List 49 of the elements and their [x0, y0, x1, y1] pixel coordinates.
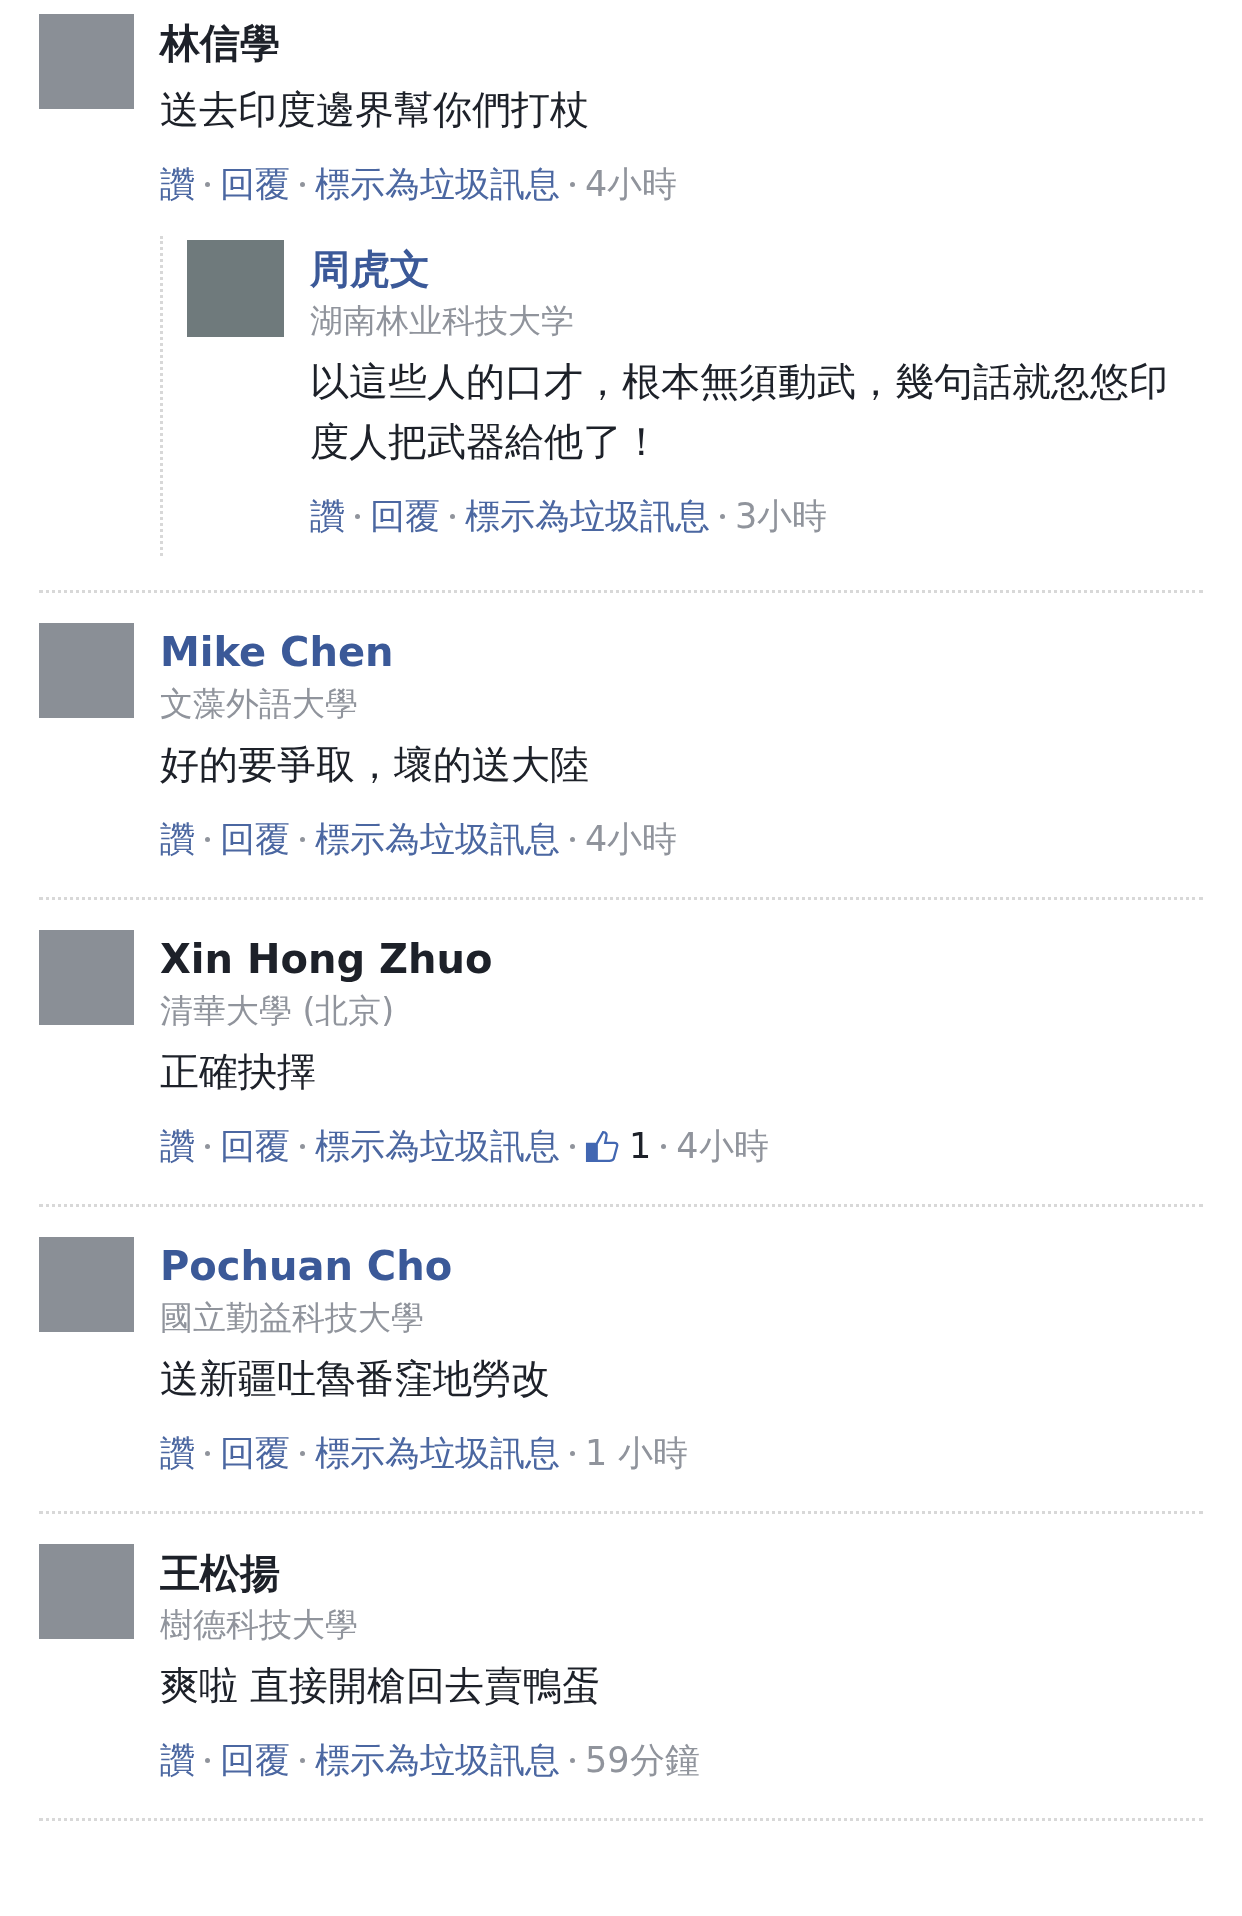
commenter-name[interactable]: Mike Chen	[160, 623, 394, 681]
commenter-name[interactable]: Pochuan Cho	[160, 1237, 453, 1295]
comment-action-link[interactable]: 讚	[160, 160, 195, 208]
comment-time: 4小時	[585, 162, 678, 206]
comment-text: 以這些人的口才，根本無須動武，幾句話就忽悠印度人把武器給他了！	[310, 358, 1169, 466]
comment-action-link[interactable]: 回覆	[220, 815, 290, 863]
like-count: 1	[629, 1126, 652, 1166]
comment-time: 59分鐘	[585, 1738, 700, 1782]
avatar-photo-placeholder[interactable]	[39, 623, 134, 718]
comment-text: 爽啦 直接開槍回去賣鴨蛋	[160, 1662, 602, 1710]
comment-text: 送去印度邊界幫你們打杖	[160, 86, 589, 134]
comment-action-link[interactable]: 標示為垃圾訊息	[315, 1736, 560, 1784]
comment-text: 送新疆吐魯番窪地勞改	[160, 1355, 550, 1403]
comment-time: 3小時	[735, 494, 828, 538]
comment-action-link[interactable]: 標示為垃圾訊息	[315, 160, 560, 208]
commenter-school: 湖南林业科技大学	[310, 300, 574, 342]
comment-action-link[interactable]: 讚	[160, 815, 195, 863]
comment-action-link[interactable]: 回覆	[220, 1429, 290, 1477]
comment-action-link[interactable]: 讚	[310, 492, 345, 540]
commenter-name[interactable]: 周虎文	[310, 240, 430, 298]
commenter-school: 樹德科技大學	[160, 1604, 358, 1646]
comment-action-link[interactable]: 讚	[160, 1736, 195, 1784]
comment-action-link[interactable]: 讚	[160, 1429, 195, 1477]
comment-action-link[interactable]: 標示為垃圾訊息	[465, 492, 710, 540]
comment-action-link[interactable]: 回覆	[220, 1122, 290, 1170]
avatar-photo-placeholder[interactable]	[39, 14, 134, 109]
comment-action-link[interactable]: 回覆	[370, 492, 440, 540]
avatar-photo-placeholder[interactable]	[187, 240, 284, 337]
commenter-school: 清華大學 (北京)	[160, 990, 395, 1032]
comment-time: 4小時	[676, 1124, 769, 1168]
comment-action-link[interactable]: 標示為垃圾訊息	[315, 1429, 560, 1477]
avatar-photo-placeholder[interactable]	[39, 1237, 134, 1332]
commenter-school: 國立勤益科技大學	[160, 1297, 424, 1339]
comment-action-link[interactable]: 標示為垃圾訊息	[315, 815, 560, 863]
avatar-photo-placeholder[interactable]	[39, 930, 134, 1025]
comment-action-link[interactable]: 回覆	[220, 160, 290, 208]
thumbs-up-icon[interactable]	[585, 1129, 619, 1163]
commenter-name[interactable]: 王松揚	[160, 1544, 280, 1602]
comment-text: 正確抉擇	[160, 1048, 316, 1096]
comment-action-link[interactable]: 讚	[160, 1122, 195, 1170]
comment-action-link[interactable]: 回覆	[220, 1736, 290, 1784]
comment-action-link[interactable]: 標示為垃圾訊息	[315, 1122, 560, 1170]
commenter-school: 文藻外語大學	[160, 683, 358, 725]
commenter-name[interactable]: Xin Hong Zhuo	[160, 930, 493, 988]
comment-time: 1 小時	[585, 1431, 689, 1475]
comment-time: 4小時	[585, 817, 678, 861]
commenter-name[interactable]: 林信學	[160, 14, 280, 72]
comment-text: 好的要爭取，壞的送大陸	[160, 741, 589, 789]
avatar-photo-placeholder[interactable]	[39, 1544, 134, 1639]
